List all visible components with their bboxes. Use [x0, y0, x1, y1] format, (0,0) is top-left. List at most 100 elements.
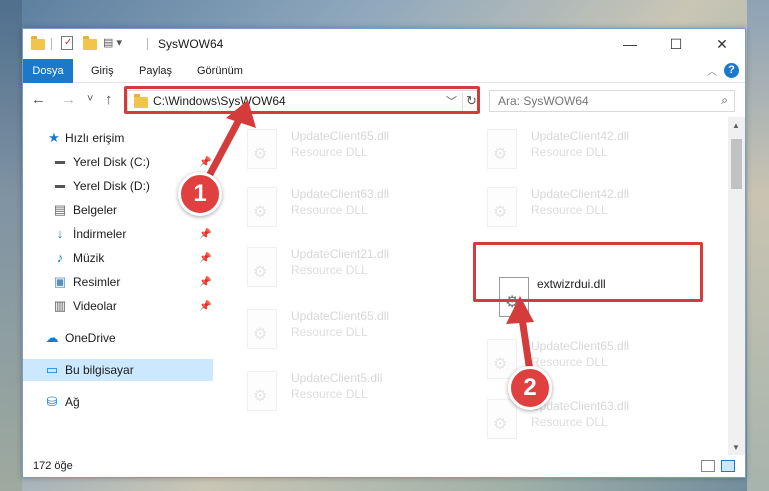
file-item[interactable]: UpdateClient65.dll Resource DLL: [233, 305, 453, 357]
file-item[interactable]: UpdateClient63.dll Resource DLL: [473, 395, 693, 447]
sidebar-item-label: Videolar: [73, 299, 117, 313]
desktop-background-right: [747, 0, 769, 491]
pictures-icon: ▣: [53, 274, 67, 289]
pin-icon[interactable]: 📌: [199, 277, 211, 288]
videos-icon: ▥: [53, 298, 67, 313]
dll-file-icon: [247, 187, 277, 227]
up-button[interactable]: ↑: [105, 91, 113, 108]
sidebar-item-label: İndirmeler: [73, 227, 127, 241]
status-bar: 172 öğe: [23, 455, 745, 477]
tab-home[interactable]: Giriş: [81, 59, 124, 83]
file-name: UpdateClient65.dll: [291, 129, 390, 143]
folder-icon: [31, 36, 45, 50]
title-bar: ▤ ▾ SysWOW64 — ☐ ✕: [23, 29, 745, 59]
item-count: 172 öğe: [33, 460, 73, 472]
file-name: UpdateClient42.dll: [531, 187, 630, 201]
recent-locations-button[interactable]: ˅: [87, 93, 93, 105]
pin-icon[interactable]: 📌: [199, 253, 211, 264]
dll-file-icon: [487, 187, 517, 227]
large-icons-view-icon[interactable]: [721, 460, 735, 472]
search-input[interactable]: [498, 94, 698, 108]
sidebar-item-label: OneDrive: [65, 331, 116, 345]
scroll-up-icon[interactable]: ▲: [732, 121, 740, 130]
file-item[interactable]: UpdateClient42.dll Resource DLL: [473, 125, 693, 177]
sidebar-item-network[interactable]: ⛁ Ağ: [23, 391, 213, 413]
tab-view[interactable]: Görünüm: [187, 59, 253, 83]
new-folder-icon[interactable]: [83, 36, 97, 50]
scrollbar-thumb[interactable]: [731, 139, 742, 189]
file-item[interactable]: UpdateClient5.dll Resource DLL: [233, 367, 453, 419]
step-2-callout: 2: [508, 366, 552, 410]
sidebar-item-onedrive[interactable]: ☁ OneDrive: [23, 327, 213, 349]
sidebar-item-music[interactable]: ♪ Müzik 📌: [23, 247, 213, 269]
maximize-button[interactable]: ☐: [653, 29, 699, 59]
divider: [51, 38, 52, 50]
file-type: Resource DLL: [531, 355, 608, 369]
dll-file-icon: [487, 129, 517, 169]
minimize-button[interactable]: —: [607, 29, 653, 59]
back-button[interactable]: ←: [31, 91, 46, 108]
search-box[interactable]: ⌕: [489, 90, 735, 112]
file-item[interactable]: UpdateClient21.dll Resource DLL: [233, 243, 453, 295]
pin-icon[interactable]: 📌: [199, 301, 211, 312]
download-icon: ↓: [56, 226, 64, 241]
file-item[interactable]: UpdateClient42.dll Resource DLL: [473, 183, 693, 235]
dll-file-icon: [247, 247, 277, 287]
address-bar-highlight: [124, 86, 480, 114]
cloud-icon: ☁: [45, 330, 59, 345]
sidebar-item-label: Ağ: [65, 395, 80, 409]
file-type: Resource DLL: [531, 415, 608, 429]
divider: [147, 38, 148, 50]
close-button[interactable]: ✕: [699, 29, 745, 59]
sidebar-item-label: Hızlı erişim: [65, 131, 125, 145]
vertical-scrollbar[interactable]: ▲ ▼: [728, 117, 745, 455]
file-name: UpdateClient21.dll: [291, 247, 390, 261]
sidebar-item-this-pc[interactable]: ▭ Bu bilgisayar: [23, 359, 213, 381]
file-type: Resource DLL: [291, 203, 368, 217]
sidebar-item-label: Belgeler: [73, 203, 118, 217]
window-title: SysWOW64: [158, 37, 224, 51]
sidebar-item-label: Müzik: [73, 251, 105, 265]
star-icon: ★: [48, 130, 60, 145]
forward-button[interactable]: →: [61, 91, 76, 108]
file-name: UpdateClient5.dll: [291, 371, 383, 385]
file-item[interactable]: UpdateClient65.dll Resource DLL: [233, 125, 453, 177]
sidebar-item-label: Resimler: [73, 275, 121, 289]
tab-share[interactable]: Paylaş: [129, 59, 182, 83]
pin-icon[interactable]: 📌: [199, 229, 211, 240]
computer-icon: ▭: [45, 362, 59, 377]
sidebar-item-quick-access[interactable]: ★ Hızlı erişim: [23, 127, 213, 149]
dll-file-icon: [247, 129, 277, 169]
network-icon: ⛁: [46, 394, 58, 409]
file-item[interactable]: UpdateClient63.dll Resource DLL: [233, 183, 453, 235]
sidebar-item-videos[interactable]: ▥ Videolar 📌: [23, 295, 213, 317]
pin-icon[interactable]: 📌: [199, 157, 211, 168]
file-type: Resource DLL: [291, 387, 368, 401]
step-1-callout: 1: [178, 172, 222, 216]
customize-qat-icon[interactable]: ▤ ▾: [103, 36, 122, 52]
file-item[interactable]: UpdateClient65.dll Resource DLL: [473, 335, 693, 387]
sidebar-item-downloads[interactable]: ↓ İndirmeler 📌: [23, 223, 213, 245]
dll-file-icon: [247, 371, 277, 411]
properties-icon[interactable]: [61, 36, 73, 50]
navigation-pane: ★ Hızlı erişim ▬ Yerel Disk (C:) 📌 ▬ Yer…: [23, 123, 213, 453]
music-icon: ♪: [56, 250, 64, 265]
expand-ribbon-icon[interactable]: ︿: [707, 63, 717, 78]
sidebar-item-pictures[interactable]: ▣ Resimler 📌: [23, 271, 213, 293]
file-name: UpdateClient42.dll: [531, 129, 630, 143]
documents-icon: ▤: [53, 202, 67, 217]
tab-file[interactable]: Dosya: [23, 59, 73, 83]
file-type: Resource DLL: [291, 263, 368, 277]
file-type: Resource DLL: [291, 145, 368, 159]
scroll-down-icon[interactable]: ▼: [732, 443, 740, 452]
sidebar-item-local-disk-c[interactable]: ▬ Yerel Disk (C:) 📌: [23, 151, 213, 173]
details-view-icon[interactable]: [701, 460, 715, 472]
sidebar-item-label: Yerel Disk (C:): [73, 155, 150, 169]
help-icon[interactable]: ?: [724, 63, 739, 78]
sidebar-item-label: Yerel Disk (D:): [73, 179, 150, 193]
search-icon[interactable]: ⌕: [721, 93, 728, 108]
file-type: Resource DLL: [291, 325, 368, 339]
drive-icon: ▬: [55, 156, 65, 167]
file-type: Resource DLL: [531, 145, 608, 159]
file-type: Resource DLL: [531, 203, 608, 217]
